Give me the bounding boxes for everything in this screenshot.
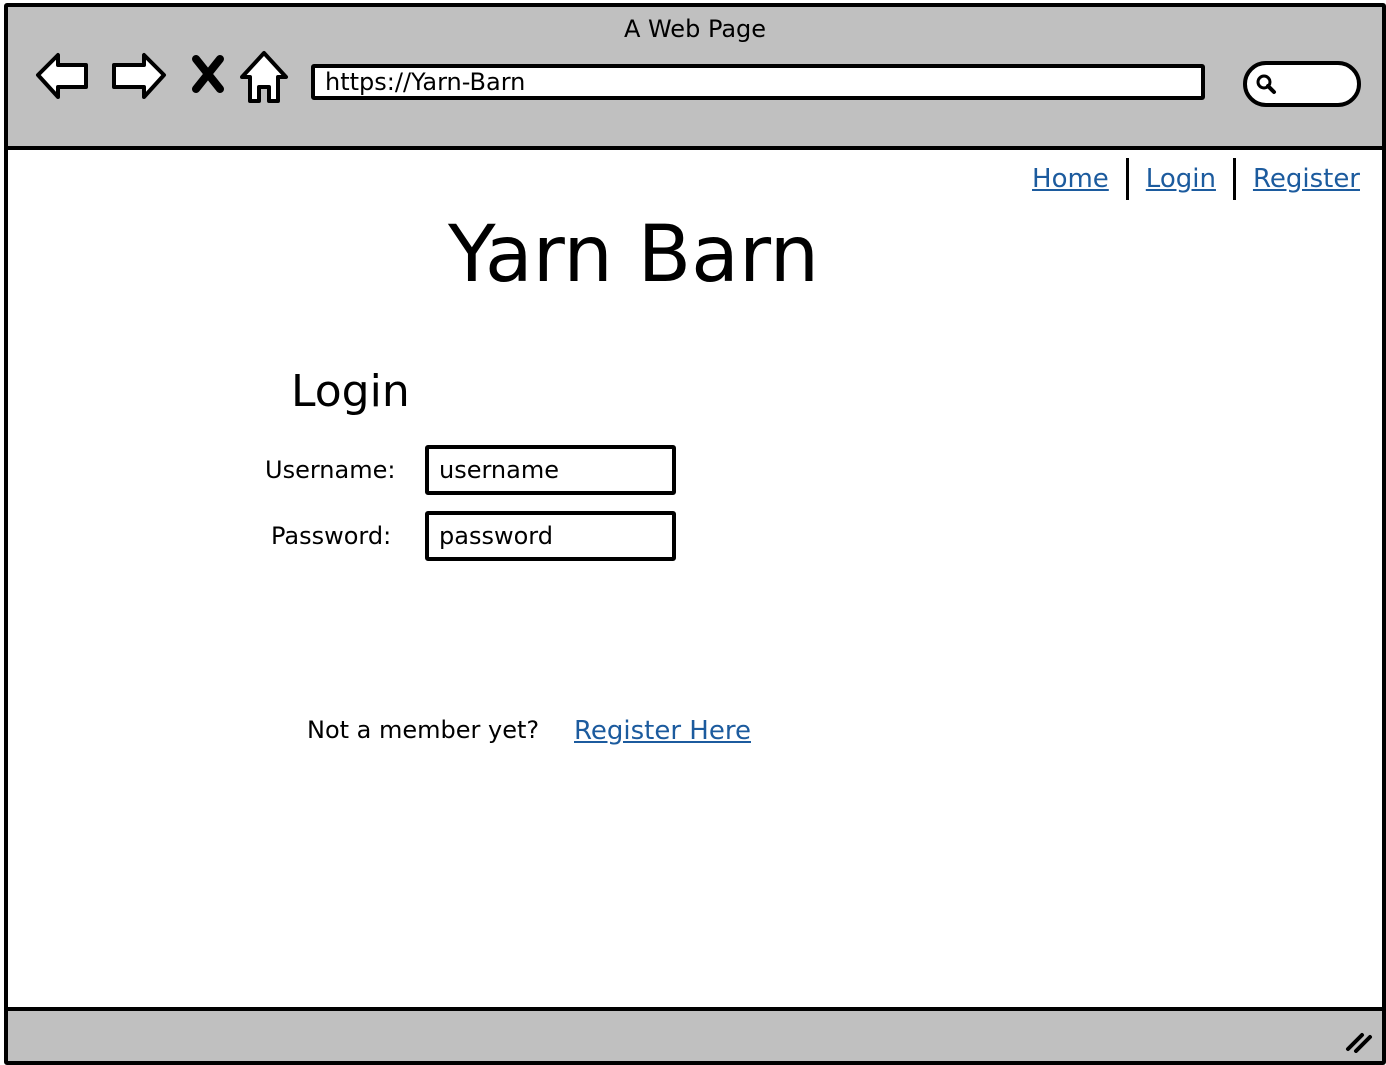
username-field[interactable]: username [425, 445, 676, 495]
search-icon [1256, 74, 1276, 94]
password-label: Password: [271, 522, 392, 550]
nav-link-home[interactable]: Home [1032, 164, 1109, 194]
nav-divider [1125, 158, 1129, 200]
username-label: Username: [265, 456, 396, 484]
page-content: Home Login Register Yarn Barn Login User… [8, 150, 1382, 1007]
close-icon[interactable] [180, 45, 240, 105]
browser-toolbar: A Web Page https://Yarn-Barn [8, 7, 1382, 150]
back-arrow-icon[interactable] [34, 45, 94, 105]
nav-link-register[interactable]: Register [1253, 164, 1360, 194]
password-field[interactable]: password [425, 511, 676, 561]
register-here-link[interactable]: Register Here [574, 716, 751, 746]
resize-grip-icon[interactable] [1344, 1027, 1374, 1053]
nav-divider [1232, 158, 1236, 200]
login-heading: Login [291, 366, 410, 417]
browser-search-box[interactable] [1243, 61, 1361, 107]
window-title: A Web Page [623, 15, 767, 43]
top-nav: Home Login Register [1032, 158, 1360, 200]
site-title: Yarn Barn [448, 210, 820, 300]
home-icon[interactable] [234, 45, 294, 105]
forward-arrow-icon[interactable] [108, 45, 168, 105]
address-bar[interactable]: https://Yarn-Barn [311, 64, 1205, 100]
member-prompt-text: Not a member yet? [307, 716, 540, 744]
nav-link-login[interactable]: Login [1146, 164, 1216, 194]
browser-window: A Web Page https://Yarn-Barn Home Login … [4, 3, 1386, 1065]
status-bar [8, 1007, 1382, 1061]
